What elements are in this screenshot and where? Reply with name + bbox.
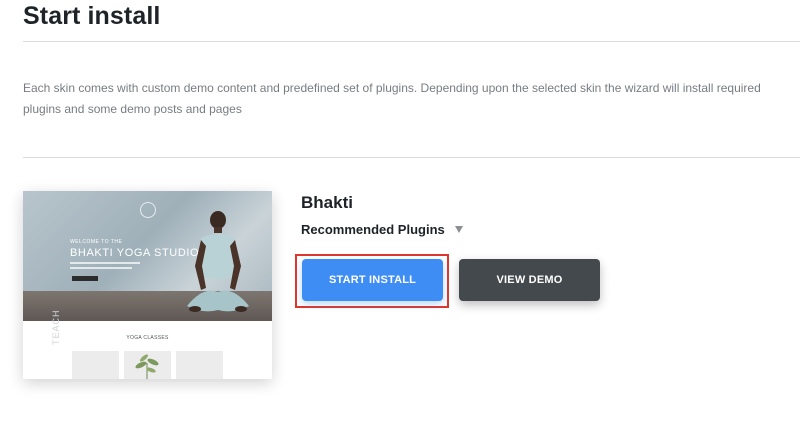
yoga-person-image xyxy=(187,211,249,312)
studio-logo-icon xyxy=(140,202,156,218)
page-title: Start install xyxy=(23,2,161,30)
thumbnail-hero: WELCOME TO THE BHAKTI YOGA STUDIO xyxy=(23,191,272,321)
recommended-plugins-toggle[interactable]: Recommended Plugins xyxy=(301,222,463,237)
thumbnail-yoga-classes: YOGA CLASSES TEACH xyxy=(23,309,272,379)
skin-name: Bhakti xyxy=(301,193,353,212)
skin-thumbnail[interactable]: WELCOME TO THE BHAKTI YOGA STUDIO YOGA C… xyxy=(23,191,272,379)
plant-icon xyxy=(135,354,159,379)
thumbnail-welcome-text: WELCOME TO THE xyxy=(70,239,123,245)
view-demo-button[interactable]: VIEW DEMO xyxy=(459,259,600,301)
thumbnail-text-line xyxy=(70,262,140,264)
start-install-button[interactable]: START INSTALL xyxy=(302,259,443,301)
divider xyxy=(23,41,800,42)
thumbnail-cta xyxy=(72,276,98,281)
thumbnail-class-card xyxy=(176,351,223,379)
thumbnail-text-line xyxy=(70,267,132,269)
recommended-plugins-label: Recommended Plugins xyxy=(301,222,445,237)
divider xyxy=(23,157,800,158)
thumbnail-class-card xyxy=(72,351,119,379)
thumbnail-vertical-text: TEACH xyxy=(51,309,61,345)
page-description: Each skin comes with custom demo content… xyxy=(23,81,761,116)
caret-down-icon xyxy=(454,226,463,233)
thumbnail-class-card xyxy=(124,351,171,379)
thumbnail-studio-title: BHAKTI YOGA STUDIO xyxy=(70,247,200,259)
